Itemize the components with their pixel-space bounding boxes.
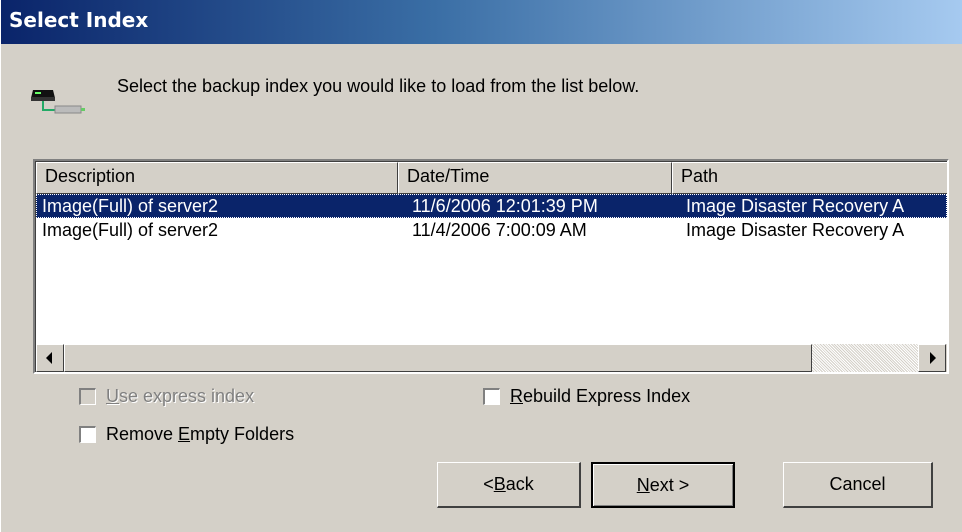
- checkbox-label: Remove Empty Folders: [106, 424, 295, 444]
- arrow-right-icon: [930, 352, 936, 364]
- row-datetime: 11/4/2006 7:00:09 AM: [412, 220, 587, 240]
- window-title: Select Index: [9, 8, 149, 32]
- scrollbar-track[interactable]: [812, 344, 918, 372]
- table-row[interactable]: Image(Full) of server2 11/4/2006 7:00:09…: [36, 218, 947, 242]
- arrow-left-icon: [46, 352, 52, 364]
- next-button[interactable]: Next >: [591, 462, 735, 508]
- backup-index-list[interactable]: Description Date/Time Path Image(Full) o…: [33, 159, 949, 374]
- scroll-right-button[interactable]: [918, 344, 946, 372]
- column-header-description[interactable]: Description: [36, 162, 398, 194]
- cancel-button[interactable]: Cancel: [783, 462, 933, 508]
- use-express-index-checkbox[interactable]: Use express index: [79, 386, 254, 407]
- scrollbar-thumb[interactable]: [64, 344, 812, 372]
- title-bar[interactable]: Select Index: [1, 0, 962, 44]
- row-description: Image(Full) of server2: [42, 220, 219, 240]
- scroll-left-button[interactable]: [36, 344, 64, 372]
- select-index-dialog: Select Index Select the backup index you…: [0, 0, 962, 532]
- checkbox-label: Rebuild Express Index: [510, 386, 691, 406]
- back-button[interactable]: < Back: [437, 462, 581, 508]
- row-path: Image Disaster Recovery A: [686, 220, 905, 240]
- table-row[interactable]: Image(Full) of server2 11/6/2006 12:01:3…: [36, 194, 947, 218]
- rebuild-express-index-checkbox[interactable]: Rebuild Express Index: [483, 386, 690, 407]
- row-path: Image Disaster Recovery A: [686, 196, 905, 216]
- horizontal-scrollbar[interactable]: [36, 344, 947, 372]
- list-header: Description Date/Time Path: [36, 162, 947, 194]
- row-description: Image(Full) of server2: [42, 196, 219, 216]
- checkbox-box[interactable]: [79, 426, 96, 443]
- instruction-text: Select the backup index you would like t…: [117, 76, 640, 96]
- column-header-path[interactable]: Path: [672, 162, 947, 194]
- row-datetime: 11/6/2006 12:01:39 PM: [412, 196, 598, 216]
- checkbox-box[interactable]: [483, 388, 500, 405]
- checkbox-label: Use express index: [106, 386, 255, 406]
- column-header-datetime[interactable]: Date/Time: [398, 162, 672, 194]
- remove-empty-folders-checkbox[interactable]: Remove Empty Folders: [79, 424, 294, 445]
- backup-drive-icon: [27, 90, 99, 118]
- checkbox-box[interactable]: [79, 388, 96, 405]
